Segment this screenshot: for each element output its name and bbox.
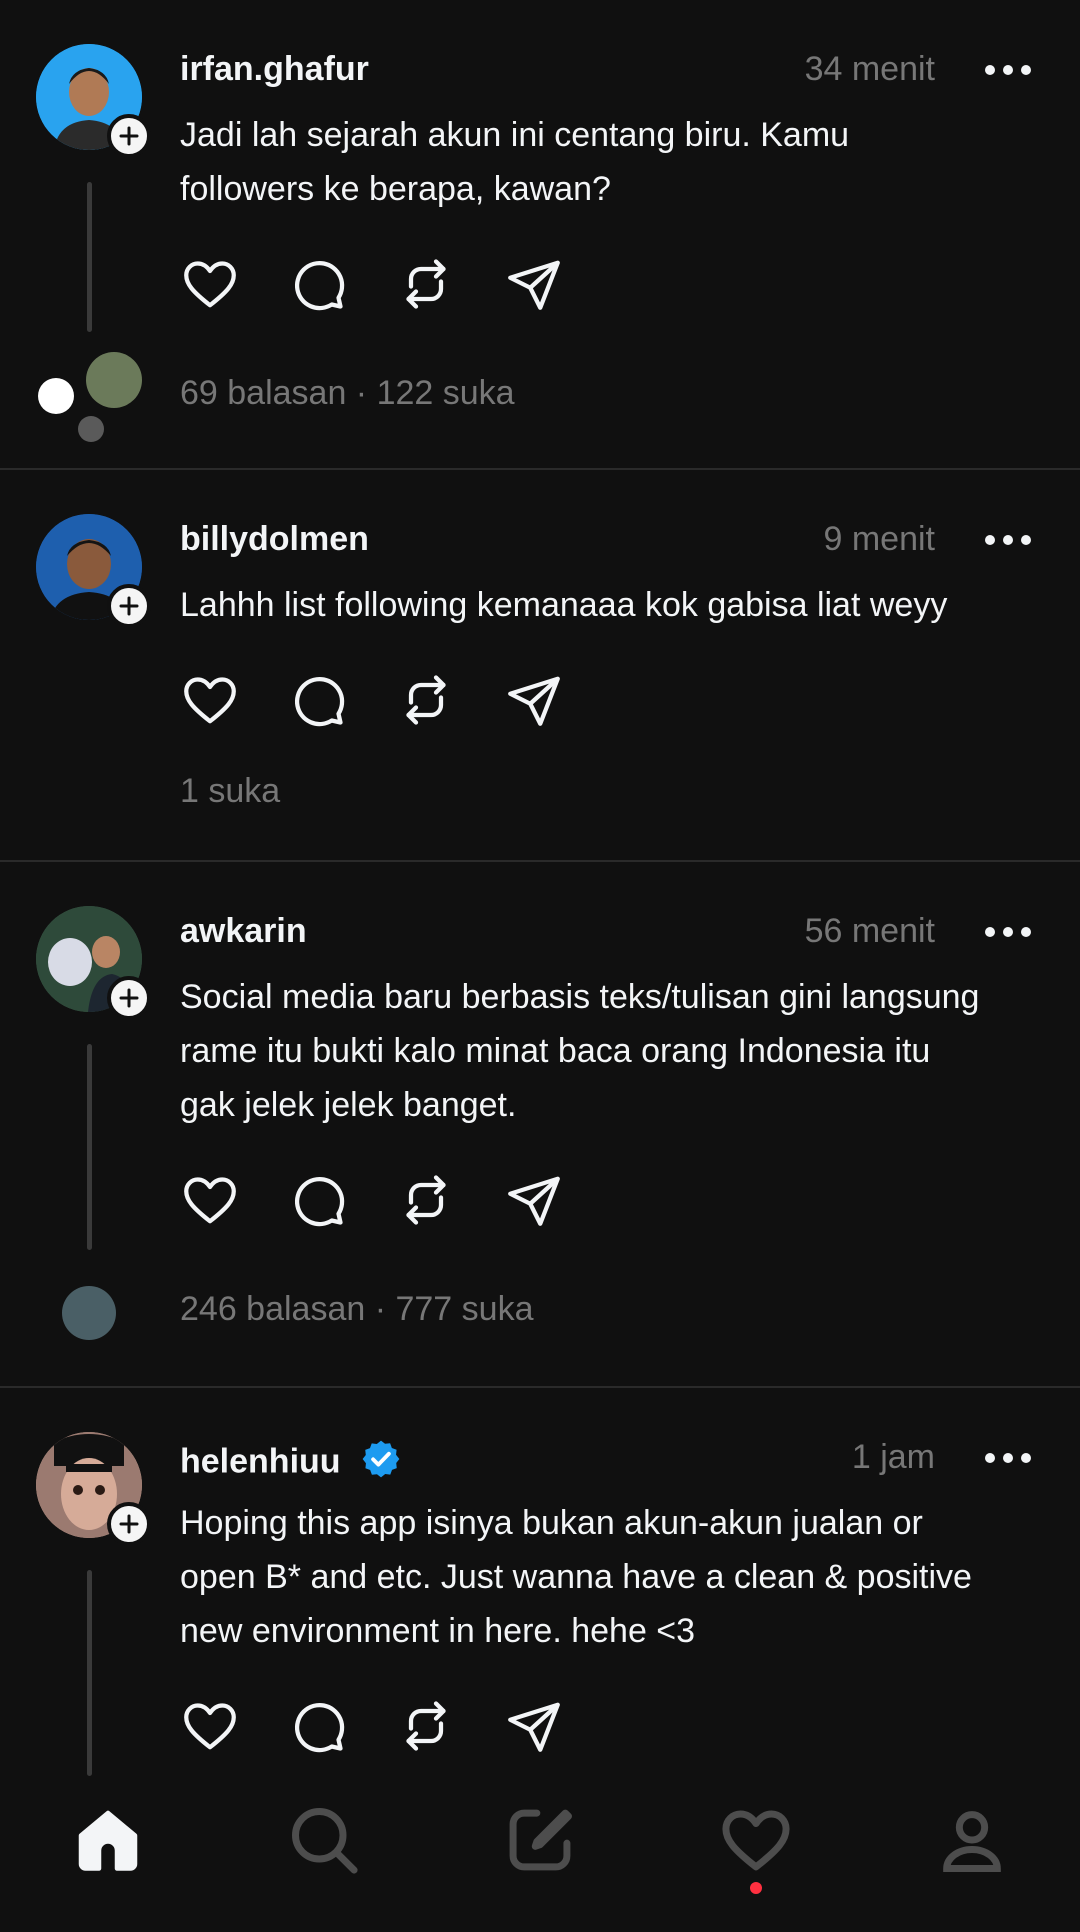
more-options-icon[interactable] xyxy=(985,1448,1035,1468)
compose-icon[interactable] xyxy=(432,1780,648,1900)
follow-plus-button[interactable] xyxy=(107,584,151,628)
username[interactable]: billydolmen xyxy=(180,520,369,559)
post-text: Jadi lah sejarah akun ini centang biru. … xyxy=(180,108,1050,216)
post-stats[interactable]: 69 balasan · 122 suka xyxy=(180,374,515,413)
post-stats[interactable]: 1 suka xyxy=(180,772,280,811)
follow-plus-button[interactable] xyxy=(107,1502,151,1546)
repost-icon[interactable] xyxy=(396,1170,504,1230)
username[interactable]: helenhiuu xyxy=(180,1442,341,1480)
post-actions xyxy=(180,670,612,730)
post-time: 34 menit xyxy=(804,50,935,88)
post[interactable]: helenhiuu 1 jam Hoping this app isinya b… xyxy=(0,1388,1080,1780)
username-row: helenhiuu xyxy=(180,1438,402,1489)
post-actions xyxy=(180,254,612,314)
post-time: 56 menit xyxy=(804,912,935,950)
home-icon[interactable] xyxy=(0,1780,216,1900)
thread-line xyxy=(87,182,92,332)
reply-avatar xyxy=(78,416,104,442)
reply-icon[interactable] xyxy=(288,1696,396,1756)
post-text-line: Lahhh list following kemanaaa kok gabisa… xyxy=(180,586,948,624)
verified-badge-icon xyxy=(360,1438,402,1489)
like-icon[interactable] xyxy=(180,1170,288,1230)
thread-line xyxy=(87,1044,92,1250)
repost-icon[interactable] xyxy=(396,670,504,730)
bottom-nav xyxy=(0,1780,1080,1932)
post[interactable]: awkarin 56 menit Social media baru berba… xyxy=(0,862,1080,1386)
repost-icon[interactable] xyxy=(396,254,504,314)
search-icon[interactable] xyxy=(216,1780,432,1900)
post-text: Lahhh list following kemanaaa kok gabisa… xyxy=(180,578,1050,632)
repost-icon[interactable] xyxy=(396,1696,504,1756)
reply-icon[interactable] xyxy=(288,670,396,730)
like-icon[interactable] xyxy=(180,670,288,730)
like-icon[interactable] xyxy=(180,1696,288,1756)
more-options-icon[interactable] xyxy=(985,922,1035,942)
post-text-line: rame itu bukti kalo minat baca orang Ind… xyxy=(180,1032,931,1070)
share-icon[interactable] xyxy=(504,1696,612,1756)
username[interactable]: irfan.ghafur xyxy=(180,50,369,89)
post-actions xyxy=(180,1170,612,1230)
share-icon[interactable] xyxy=(504,1170,612,1230)
post-text: Social media baru berbasis teks/tulisan … xyxy=(180,970,1050,1132)
post-time: 1 jam xyxy=(851,1438,935,1476)
share-icon[interactable] xyxy=(504,670,612,730)
post-time: 9 menit xyxy=(823,520,936,558)
thread-line xyxy=(87,1570,92,1776)
post-actions xyxy=(180,1696,612,1756)
more-options-icon[interactable] xyxy=(985,60,1035,80)
follow-plus-button[interactable] xyxy=(107,976,151,1020)
more-options-icon[interactable] xyxy=(985,530,1035,550)
share-icon[interactable] xyxy=(504,254,612,314)
like-icon[interactable] xyxy=(180,254,288,314)
post-text: Hoping this app isinya bukan akun-akun j… xyxy=(180,1496,1050,1658)
profile-icon[interactable] xyxy=(864,1780,1080,1900)
notification-dot xyxy=(750,1882,762,1894)
feed: irfan.ghafur 34 menit Jadi lah sejarah a… xyxy=(0,0,1080,1780)
follow-plus-button[interactable] xyxy=(107,114,151,158)
reply-avatar xyxy=(86,352,142,408)
post-stats[interactable]: 246 balasan · 777 suka xyxy=(180,1290,533,1329)
username[interactable]: awkarin xyxy=(180,912,307,951)
post-text-line: open B* and etc. Just wanna have a clean… xyxy=(180,1558,972,1596)
post-text-line: Hoping this app isinya bukan akun-akun j… xyxy=(180,1504,923,1542)
post[interactable]: irfan.ghafur 34 menit Jadi lah sejarah a… xyxy=(0,0,1080,468)
post-text-line: gak jelek jelek banget. xyxy=(180,1086,517,1124)
post-text-line: Social media baru berbasis teks/tulisan … xyxy=(180,978,980,1016)
reply-icon[interactable] xyxy=(288,1170,396,1230)
reply-avatar xyxy=(62,1286,116,1340)
post-text-line: followers ke berapa, kawan? xyxy=(180,170,611,208)
reply-icon[interactable] xyxy=(288,254,396,314)
post-text-line: new environment in here. hehe <3 xyxy=(180,1612,696,1650)
post-text-line: Jadi lah sejarah akun ini centang biru. … xyxy=(180,116,850,154)
reply-avatar xyxy=(38,378,74,414)
post[interactable]: billydolmen 9 menit Lahhh list following… xyxy=(0,470,1080,860)
